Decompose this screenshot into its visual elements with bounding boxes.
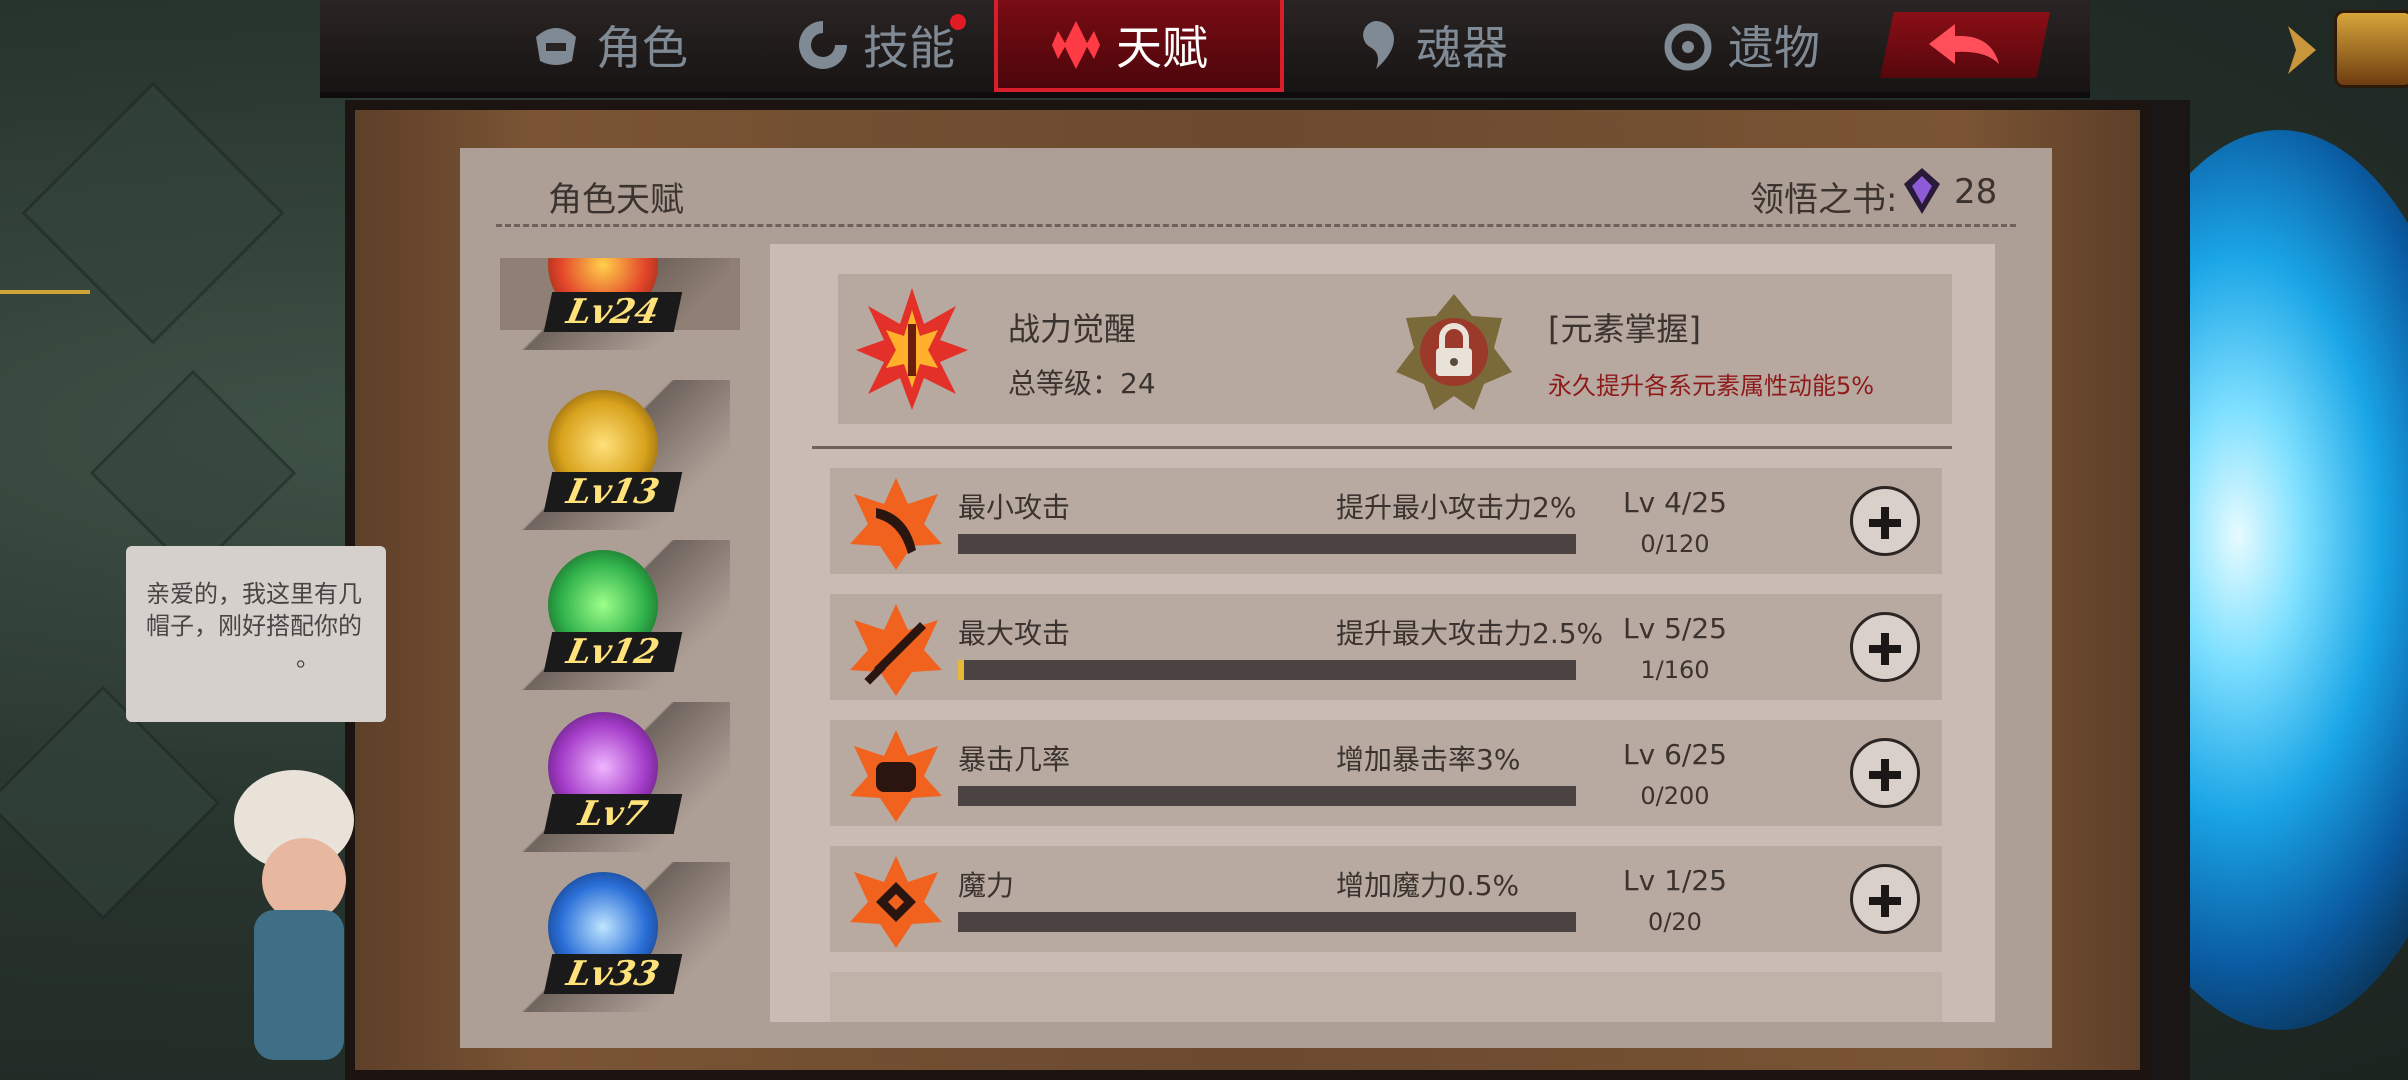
tab-label: 天赋: [1116, 21, 1208, 75]
talent-row-partial: [830, 972, 1942, 1022]
header-divider: [496, 224, 2016, 227]
book-label: 领悟之书:: [1750, 180, 1898, 220]
talent-xp: 0/20: [1648, 908, 1702, 936]
book-count: 28: [1954, 172, 1998, 212]
back-button[interactable]: [1880, 12, 2050, 78]
talent-name: 魔力: [958, 869, 1015, 902]
talent-row: 魔力 增加魔力0.5% Lv 1/25 0/20: [830, 846, 1942, 952]
content-divider: [812, 446, 1952, 449]
upgrade-plus-button[interactable]: [1850, 864, 1920, 934]
upgrade-plus-button[interactable]: [1850, 486, 1920, 556]
tab-character[interactable]: 角色: [528, 10, 688, 80]
talent-desc: 提升最大攻击力2.5%: [1336, 617, 1604, 650]
tab-talent[interactable]: 天赋: [1048, 10, 1208, 80]
helmet-icon: [536, 28, 576, 65]
speech-line: 帽子，刚好搭配你的: [146, 612, 362, 640]
talent-name: 暴击几率: [958, 743, 1071, 776]
character-slot[interactable]: Lv12: [500, 540, 730, 690]
talent-level: Lv 4/25: [1623, 486, 1727, 519]
awakening-title: 战力觉醒: [1008, 310, 1137, 348]
talent-name: 最小攻击: [958, 491, 1071, 524]
awakening-card: 战力觉醒 总等级：24 [元素掌握] 永久提升各系元素属性动能5%: [838, 274, 1952, 424]
tab-label: 魂器: [1416, 21, 1508, 75]
talent-row: 暴击几率 增加暴击率3% Lv 6/25 0/200: [830, 720, 1942, 826]
talent-name: 最大攻击: [958, 617, 1071, 650]
tab-skill[interactable]: 技能: [795, 10, 955, 80]
talent-desc: 增加魔力0.5%: [1336, 869, 1520, 902]
character-list: Lv24 Lv13 Lv12 Lv7 Lv33: [500, 258, 730, 1048]
skill-icon: [799, 21, 847, 69]
character-level: Lv13: [543, 472, 683, 512]
talent-xp: 0/200: [1640, 782, 1710, 810]
fist-icon: [850, 730, 942, 822]
speech-line: 亲爱的，我这里有几: [146, 580, 362, 608]
element-mastery-desc: 永久提升各系元素属性动能5%: [1548, 372, 1875, 400]
relic-icon: [1664, 23, 1712, 71]
tab-label: 技能: [863, 21, 955, 75]
character-slot[interactable]: Lv24: [500, 258, 730, 350]
character-slot[interactable]: Lv13: [500, 380, 730, 530]
talent-progress-bar: [958, 534, 1576, 554]
talent-progress-bar: [958, 660, 1576, 680]
tab-soul[interactable]: 魂器: [1348, 10, 1508, 80]
character-slot[interactable]: Lv7: [500, 702, 730, 852]
speech-line: 。: [296, 644, 320, 672]
talent-level: Lv 6/25: [1623, 738, 1727, 771]
awakening-icon: [856, 288, 968, 410]
magic-icon: [850, 856, 942, 948]
character-level: Lv7: [543, 794, 683, 834]
soul-icon: [1363, 21, 1394, 69]
talent-desc: 提升最小攻击力2%: [1336, 491, 1577, 524]
talent-content: 战力觉醒 总等级：24 [元素掌握] 永久提升各系元素属性动能5% 最小攻击 提…: [770, 244, 1995, 1022]
character-slot[interactable]: Lv33: [500, 862, 730, 1012]
talent-row: 最小攻击 提升最小攻击力2% Lv 4/25 0/120: [830, 468, 1942, 574]
expand-arrow-icon[interactable]: [2284, 22, 2320, 78]
blade-icon: [850, 478, 942, 570]
treasure-chest-icon[interactable]: [2334, 10, 2408, 88]
talent-level: Lv 1/25: [1623, 864, 1727, 897]
element-mastery-title: [元素掌握]: [1548, 310, 1701, 348]
talent-xp: 1/160: [1640, 656, 1710, 684]
side-gold-line: [0, 290, 90, 294]
talent-progress-bar: [958, 912, 1576, 932]
character-level: Lv12: [543, 632, 683, 672]
back-arrow-icon: [1929, 24, 1999, 64]
sword-icon: [850, 604, 942, 696]
tab-label: 角色: [596, 21, 688, 75]
character-level: Lv24: [543, 292, 683, 332]
talent-xp: 0/120: [1640, 530, 1710, 558]
gem-icon: [1904, 168, 1940, 214]
talent-progress-fill: [958, 660, 965, 680]
lock-icon[interactable]: [1394, 292, 1514, 412]
npc-speech-bubble[interactable]: 亲爱的，我这里有几 帽子，刚好搭配你的 。: [126, 546, 386, 722]
talent-level: Lv 5/25: [1623, 612, 1727, 645]
panel-title: 角色天赋: [548, 180, 684, 220]
upgrade-plus-button[interactable]: [1850, 612, 1920, 682]
tab-relic[interactable]: 遗物: [1660, 10, 1820, 80]
npc-character[interactable]: [214, 760, 384, 1080]
talent-panel: 角色天赋 领悟之书: 28 Lv24 Lv13 Lv12 Lv7 Lv33 战力…: [460, 148, 2052, 1048]
talent-icon: [1052, 21, 1100, 69]
talent-row: 最大攻击 提升最大攻击力2.5% Lv 5/25 1/160: [830, 594, 1942, 700]
upgrade-plus-button[interactable]: [1850, 738, 1920, 808]
tab-label: 遗物: [1728, 21, 1820, 75]
character-level: Lv33: [543, 954, 683, 994]
talent-desc: 增加暴击率3%: [1336, 743, 1521, 776]
total-level: 总等级：24: [1008, 367, 1156, 400]
talent-progress-bar: [958, 786, 1576, 806]
